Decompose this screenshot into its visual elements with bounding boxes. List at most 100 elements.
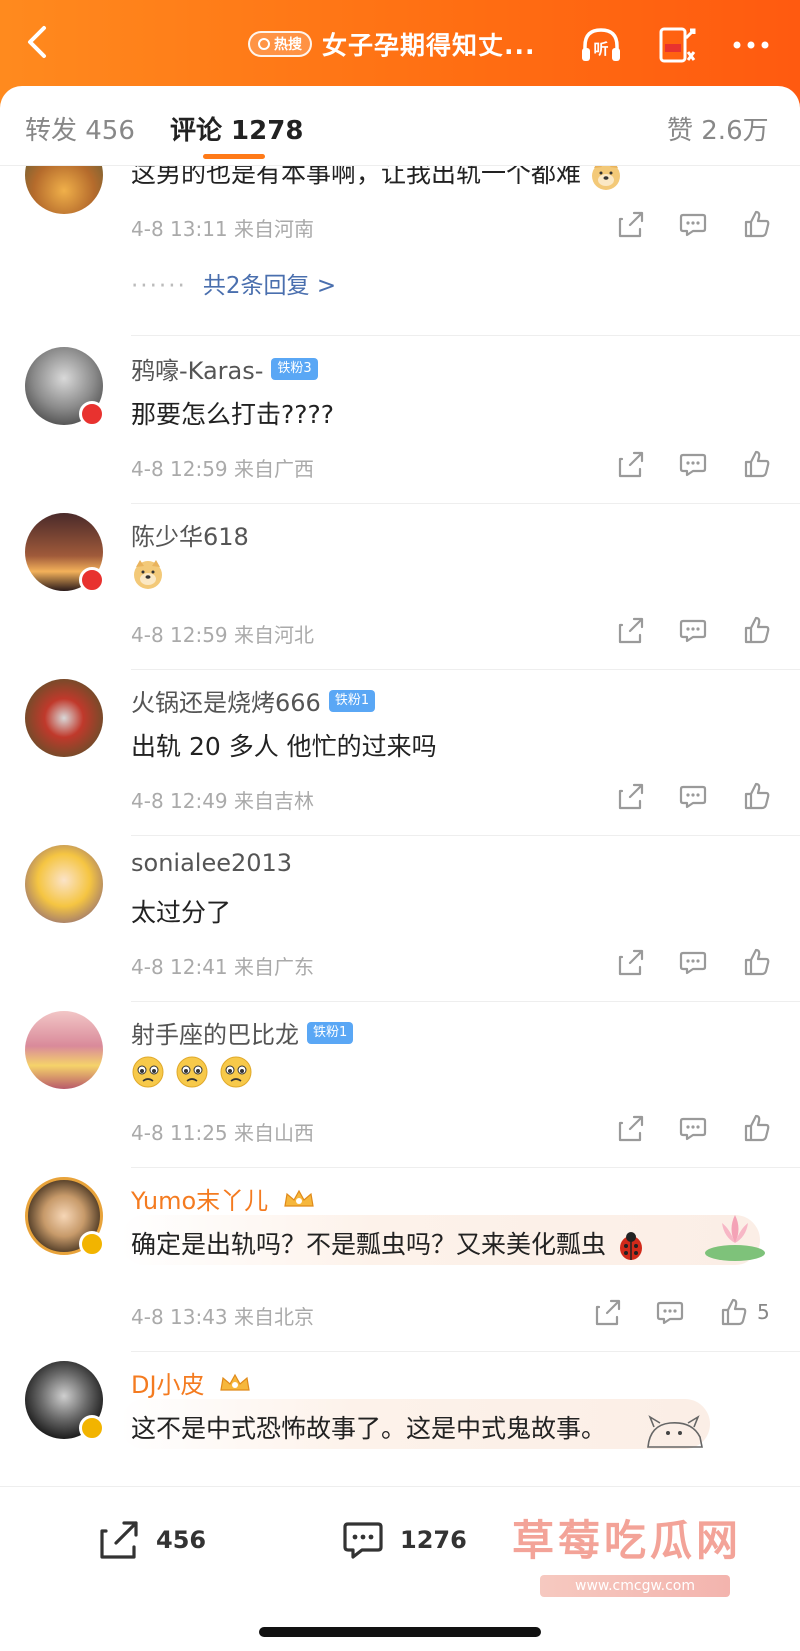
like-icon[interactable] [742, 1113, 772, 1143]
comment-icon[interactable] [678, 1113, 708, 1143]
verified-badge-icon [79, 567, 105, 593]
comment-text: 这不是中式恐怖故事了。这是中式鬼故事。 [131, 1414, 607, 1443]
comment-icon[interactable] [655, 1297, 685, 1327]
like-icon[interactable] [742, 947, 772, 977]
bottom-action-bar: 456 1276 草莓吃瓜网 www.cmcgw.com [0, 1486, 800, 1651]
comment-text: 那要怎么打击???? [131, 400, 335, 429]
divider [131, 335, 800, 336]
tab-repost[interactable]: 转发 456 [25, 110, 135, 147]
like-count: 5 [757, 1300, 770, 1324]
comment-icon[interactable] [678, 209, 708, 239]
divider [131, 669, 800, 670]
listen-label: 听 [593, 40, 608, 58]
vip-crown-icon [284, 1189, 314, 1207]
comment-bubble-icon [343, 1522, 383, 1559]
lotus-decoration-icon [705, 1215, 765, 1261]
share-icon[interactable] [616, 209, 646, 239]
vip-crown-icon [220, 1373, 250, 1391]
page-title[interactable]: 女子孕期得知丈... [322, 26, 536, 62]
divider [131, 1351, 800, 1352]
headphones-icon[interactable]: 听 [578, 22, 624, 68]
comment-count: 1276 [400, 1526, 467, 1554]
like-icon[interactable] [742, 615, 772, 645]
repost-count: 456 [156, 1526, 207, 1554]
comment-author[interactable]: 鸦嚎-Karas- 铁粉3 [131, 351, 318, 386]
tab-comment[interactable]: 评论 1278 [170, 110, 303, 147]
comment-meta: 4-8 13:11 来自河南 [131, 217, 315, 241]
comment-item: 射手座的巴比龙 铁粉1 4-8 11:25 来自山西 [0, 1011, 800, 1176]
comment-icon[interactable] [678, 947, 708, 977]
more-icon[interactable] [728, 22, 774, 68]
comment-text-content: 确定是出轨吗？不是瓢虫吗？又来美化瓢虫 [131, 1230, 607, 1259]
avatar[interactable] [25, 679, 103, 757]
back-arrow-icon[interactable] [18, 22, 58, 62]
comment-meta: 4-8 11:25 来自山西 [131, 1121, 315, 1145]
author-name: 火锅还是烧烤666 [131, 689, 321, 717]
comment-text-content: 这男的也是有本事啊，让我出轨一个都难 [131, 166, 582, 188]
watermark-text: 草莓吃瓜网 [512, 1516, 743, 1565]
share-icon[interactable] [616, 1113, 646, 1143]
comment-author[interactable]: sonialee2013 [131, 849, 292, 877]
replies-dots: ······ [131, 273, 187, 299]
comment-author[interactable]: 射手座的巴比龙 铁粉1 [131, 1015, 354, 1050]
comment-author[interactable]: DJ小皮 [131, 1365, 252, 1400]
red-envelope-icon[interactable] [654, 22, 700, 68]
fan-badge: 铁粉1 [328, 690, 376, 712]
title-area: 热搜 女子孕期得知丈... [248, 24, 536, 64]
share-icon[interactable] [616, 449, 646, 479]
watermark-url: www.cmcgw.com [540, 1575, 730, 1597]
comment-item: sonialee2013 太过分了 4-8 12:41 来自广东 [0, 845, 800, 1010]
cartoon-dog-sticker-icon [647, 1415, 703, 1448]
comment-item: 火锅还是烧烤666 铁粉1 出轨 20 多人 他忙的过来吗 4-8 12:49 来… [0, 679, 800, 844]
comment-meta: 4-8 13:43 来自北京 [131, 1305, 315, 1329]
tab-bar: 转发 456 评论 1278 赞 2.6万 [0, 86, 800, 166]
avatar[interactable] [25, 845, 103, 923]
comment-text: 这男的也是有本事啊，让我出轨一个都难 [131, 166, 629, 192]
verified-badge-icon [79, 1415, 105, 1441]
comment-list: 这男的也是有本事啊，让我出轨一个都难 4-8 13:11 来自河南 ······… [0, 166, 800, 1486]
avatar[interactable] [25, 1011, 103, 1089]
avatar[interactable] [25, 166, 103, 214]
comment-text: 太过分了 [131, 898, 232, 927]
share-icon[interactable] [593, 1297, 623, 1327]
comment-item: 陈少华618 4-8 12:59 来自河北 [0, 513, 800, 678]
comment-meta: 4-8 12:41 来自广东 [131, 955, 315, 979]
search-icon [258, 38, 270, 50]
comment-meta: 4-8 12:59 来自河北 [131, 623, 315, 647]
divider [131, 503, 800, 504]
like-icon[interactable] [742, 449, 772, 479]
comment-button[interactable]: 1276 [340, 1517, 467, 1563]
comment-author[interactable]: 火锅还是烧烤666 铁粉1 [131, 683, 376, 718]
like-icon[interactable] [742, 781, 772, 811]
author-name: Yumo末丫儿 [131, 1187, 269, 1215]
fan-badge: 铁粉1 [307, 1022, 354, 1044]
share-icon[interactable] [616, 615, 646, 645]
comment-item: DJ小皮 这不是中式恐怖故事了。这是中式鬼故事。 [0, 1361, 800, 1486]
like-icon[interactable] [742, 209, 772, 239]
replies-label: 共2条回复 > [202, 273, 337, 299]
share-icon[interactable] [616, 781, 646, 811]
comment-icon[interactable] [678, 449, 708, 479]
author-name: 射手座的巴比龙 [131, 1021, 299, 1049]
comment-meta: 4-8 12:49 来自吉林 [131, 789, 315, 813]
like-icon[interactable] [719, 1297, 749, 1327]
comment-author[interactable]: Yumo末丫儿 [131, 1181, 316, 1216]
doge-emoji-icon [591, 166, 620, 190]
comment-icon[interactable] [678, 615, 708, 645]
ladybug-icon [619, 1232, 642, 1260]
home-indicator[interactable] [259, 1627, 541, 1637]
comment-author[interactable]: 陈少华618 [131, 517, 249, 552]
comment-icon[interactable] [678, 781, 708, 811]
share-icon[interactable] [616, 947, 646, 977]
hot-search-tag[interactable]: 热搜 [248, 31, 312, 57]
pleading-emoji-icon [220, 1056, 252, 1088]
comment-item: Yumo末丫儿 确定是出轨吗？不是瓢虫吗？又来美化瓢虫 4-8 13:43 来自… [0, 1177, 800, 1360]
tab-like[interactable]: 赞 2.6万 [667, 110, 769, 147]
active-tab-indicator [203, 154, 265, 159]
comment-text [131, 1055, 259, 1089]
hot-tag-label: 热搜 [274, 37, 302, 53]
view-replies-link[interactable]: ······ 共2条回复 > [131, 266, 336, 300]
comment-item: 这男的也是有本事啊，让我出轨一个都难 4-8 13:11 来自河南 ······… [0, 166, 800, 336]
repost-button[interactable]: 456 [96, 1517, 206, 1563]
author-name: DJ小皮 [131, 1371, 205, 1399]
